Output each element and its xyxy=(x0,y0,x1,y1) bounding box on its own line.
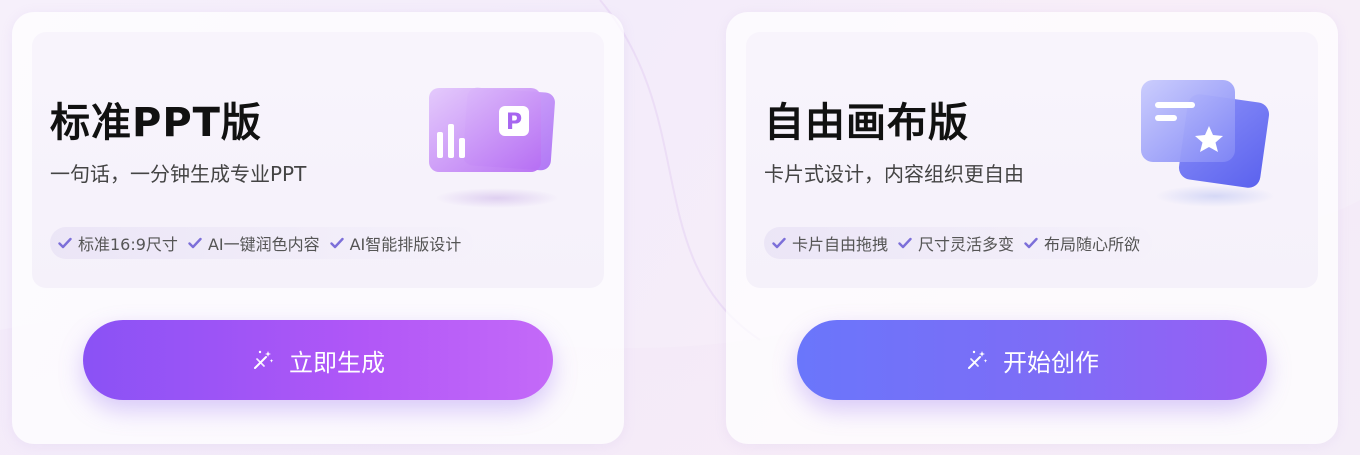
canvas-star-card-icon xyxy=(1131,70,1291,214)
ppt-chart-icon: P xyxy=(417,80,577,214)
card-title: 标准PPT版 xyxy=(50,100,262,146)
card-subtitle: 一句话，一分钟生成专业PPT xyxy=(50,162,307,186)
feature-list: 卡片自由拖拽 尺寸灵活多变 布局随心所欲 xyxy=(764,227,1153,259)
feature-label: AI智能排版设计 xyxy=(349,235,462,254)
start-creating-button[interactable]: 开始创作 xyxy=(797,320,1267,400)
feature-label: 卡片自由拖拽 xyxy=(792,235,889,254)
feature-item: 标准16:9尺寸 xyxy=(58,231,178,255)
feature-label: AI一键润色内容 xyxy=(207,235,320,254)
feature-item: 布局随心所欲 xyxy=(1024,231,1140,255)
feature-item: AI一键润色内容 xyxy=(188,231,320,255)
feature-item: 尺寸灵活多变 xyxy=(898,231,1014,255)
magic-wand-icon xyxy=(968,350,988,369)
svg-text:P: P xyxy=(506,110,522,135)
feature-item: AI智能排版设计 xyxy=(329,231,462,255)
feature-label: 标准16:9尺寸 xyxy=(78,235,178,254)
button-label: 立即生成 xyxy=(289,348,385,377)
check-icon xyxy=(772,237,786,249)
check-icon xyxy=(898,237,912,249)
generate-now-button[interactable]: 立即生成 xyxy=(83,320,553,400)
check-icon xyxy=(329,237,344,249)
card-title: 自由画布版 xyxy=(764,100,969,146)
feature-item: 卡片自由拖拽 xyxy=(772,231,888,255)
check-icon xyxy=(58,237,72,249)
free-canvas-card[interactable]: 自由画布版 卡片式设计，内容组织更自由 卡片自由拖拽 尺寸灵活多变 布局随心所欲… xyxy=(726,12,1338,444)
button-label: 开始创作 xyxy=(1003,348,1099,377)
standard-ppt-card[interactable]: 标准PPT版 一句话，一分钟生成专业PPT P 标准16:9尺寸 AI一键润色内… xyxy=(12,12,624,444)
feature-label: 布局随心所欲 xyxy=(1044,235,1141,254)
check-icon xyxy=(188,237,202,249)
card-subtitle: 卡片式设计，内容组织更自由 xyxy=(764,162,1024,186)
check-icon xyxy=(1024,237,1038,249)
feature-label: 尺寸灵活多变 xyxy=(918,235,1015,254)
feature-list: 标准16:9尺寸 AI一键润色内容 AI智能排版设计 xyxy=(50,227,474,259)
magic-wand-icon xyxy=(254,350,274,369)
